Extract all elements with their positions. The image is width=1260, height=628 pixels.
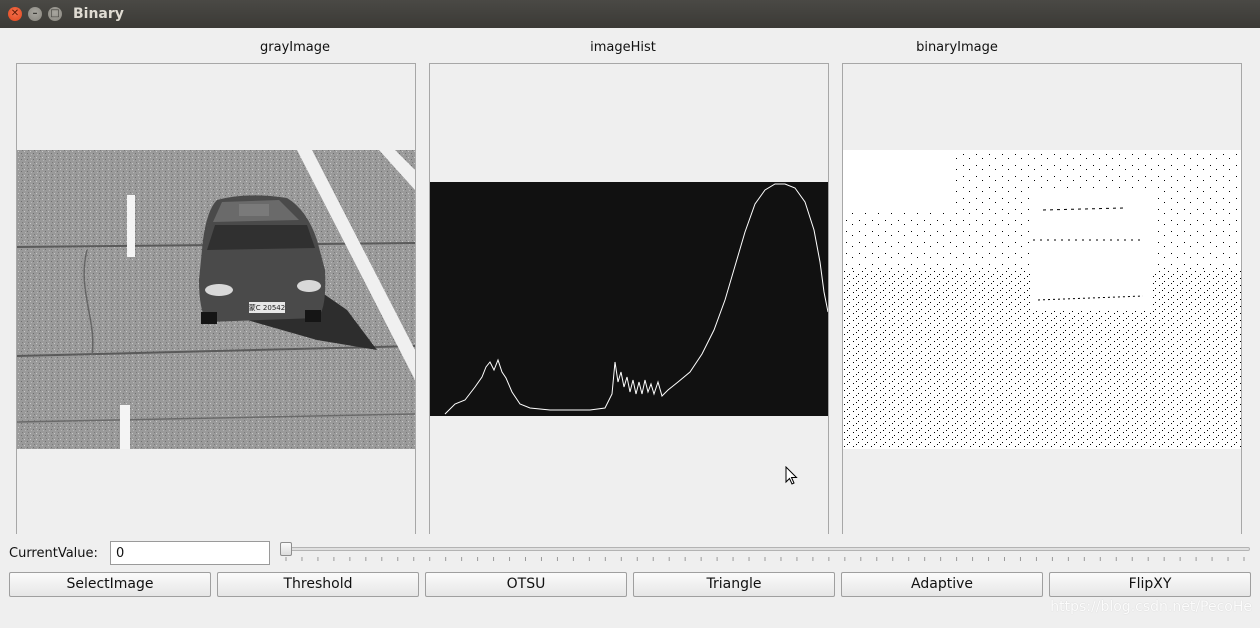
close-icon[interactable]: ✕ [8, 7, 22, 21]
license-plate: 蒙C 20542 [249, 303, 285, 312]
select-image-button[interactable]: SelectImage [9, 572, 211, 597]
maximize-icon[interactable]: □ [48, 7, 62, 21]
window-title: Binary [73, 6, 124, 22]
binary-image-title: binaryImage [916, 40, 998, 55]
threshold-slider[interactable] [280, 540, 1250, 570]
image-hist-title: imageHist [590, 40, 656, 55]
title-bar: ✕ – □ Binary [0, 0, 1260, 28]
watermark: https://blog.csdn.net/PecoHe [1050, 599, 1252, 615]
gray-image: 蒙C 20542 [17, 150, 415, 449]
binary-image-view [842, 63, 1242, 534]
triangle-button[interactable]: Triangle [633, 572, 835, 597]
flipxy-button[interactable]: FlipXY [1049, 572, 1251, 597]
slider-ticks [285, 557, 1245, 561]
mouse-cursor-icon [785, 466, 798, 485]
current-value-label: CurrentValue: [9, 546, 98, 561]
binary-image [843, 150, 1241, 449]
threshold-button[interactable]: Threshold [217, 572, 419, 597]
histogram-view [429, 63, 829, 534]
current-value-input[interactable] [110, 541, 270, 565]
otsu-button[interactable]: OTSU [425, 572, 627, 597]
gray-image-title: grayImage [260, 40, 330, 55]
adaptive-button[interactable]: Adaptive [841, 572, 1043, 597]
minimize-icon[interactable]: – [28, 7, 42, 21]
gray-image-view: 蒙C 20542 [16, 63, 416, 534]
histogram-image [430, 182, 828, 416]
